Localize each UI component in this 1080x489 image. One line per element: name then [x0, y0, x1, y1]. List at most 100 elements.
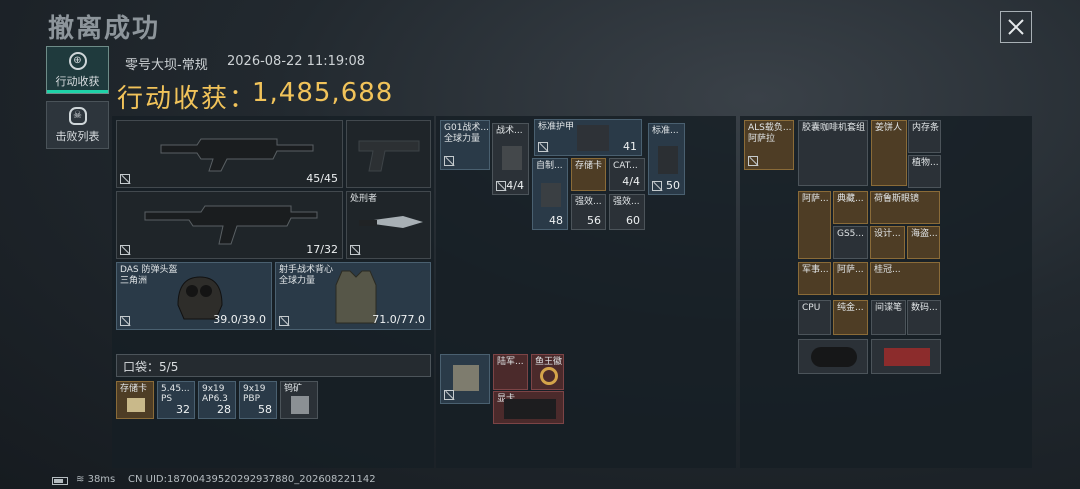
- armor-icon: [541, 183, 561, 207]
- graphics-card-icon: [811, 347, 857, 367]
- vest-slot[interactable]: 射手战术背心 全球力量 71.0/77.0: [275, 262, 431, 330]
- lock-marker-icon: [538, 142, 548, 152]
- rig-slot[interactable]: G01战术... 全球力量: [440, 120, 490, 170]
- pocket-item[interactable]: 存储卡: [116, 381, 154, 419]
- backpack-item[interactable]: 阿萨...: [798, 191, 831, 259]
- graphics-card-icon: [504, 399, 556, 419]
- pocket-label: 口袋：: [123, 360, 160, 374]
- helmet-slot[interactable]: DAS 防弹头盔 三角洲 39.0/39.0: [116, 262, 272, 330]
- lock-marker-icon: [120, 316, 130, 326]
- tab-action-haul[interactable]: ⊕ 行动收获: [46, 46, 109, 94]
- close-button[interactable]: [1000, 11, 1032, 43]
- backpack-item[interactable]: 数码...: [907, 300, 941, 335]
- backpack-item[interactable]: 胶囊咖啡机套组: [798, 120, 868, 186]
- ping-readout: ≋ 38ms: [76, 474, 115, 485]
- rig-item[interactable]: 战术... 4/4: [492, 123, 529, 195]
- secondary-weapon-slot[interactable]: 17/32: [116, 191, 343, 259]
- knife-icon: [359, 216, 423, 228]
- haul-label: 行动收获：: [117, 84, 258, 114]
- lock-marker-icon: [279, 316, 289, 326]
- smg-icon: [144, 205, 318, 245]
- primary-ammo: 45/45: [306, 172, 338, 185]
- armor-icon: [658, 146, 678, 174]
- backpack-item[interactable]: 阿萨...: [833, 262, 868, 295]
- raid-datetime: 2026-08-22 11:19:08: [227, 54, 366, 69]
- melee-slot[interactable]: 处刑者: [346, 191, 431, 259]
- backpack-item[interactable]: 桂冠...: [870, 262, 940, 295]
- rig-item[interactable]: 强效... 60: [609, 194, 645, 230]
- close-icon: [1008, 19, 1024, 35]
- bag-item[interactable]: 显卡: [493, 391, 564, 424]
- rifle-icon: [160, 138, 314, 172]
- armor-plate-icon: [577, 125, 609, 151]
- ring-icon: [540, 367, 558, 385]
- backpack-item[interactable]: [871, 339, 941, 374]
- lock-marker-icon: [350, 245, 360, 255]
- bag-item[interactable]: 陆军...: [493, 354, 528, 390]
- backpack-item[interactable]: 纯金...: [833, 300, 868, 335]
- backpack-item[interactable]: 植物...: [908, 155, 941, 188]
- primary-weapon-slot[interactable]: 45/45: [116, 120, 343, 188]
- backpack-item[interactable]: 典藏...: [833, 191, 868, 224]
- backpack-item[interactable]: 设计...: [870, 226, 905, 259]
- rig-item[interactable]: 存储卡: [571, 158, 606, 191]
- rig-item[interactable]: 标准护甲 41: [534, 119, 642, 156]
- backpack-item[interactable]: 海盗...: [907, 226, 940, 259]
- secondary-ammo: 17/32: [306, 243, 338, 256]
- backpack-item[interactable]: CPU: [798, 300, 831, 335]
- backpack-item[interactable]: GS5...: [833, 226, 868, 259]
- rig-item[interactable]: 自制... 48: [532, 158, 568, 230]
- page-title: 撤离成功: [48, 14, 161, 44]
- target-icon: ⊕: [68, 51, 87, 70]
- skull-icon: ☠: [68, 106, 87, 125]
- rig-item[interactable]: CAT... 4/4: [609, 158, 645, 191]
- pocket-header: 口袋：5/5: [116, 354, 431, 377]
- pocket-item[interactable]: 9x19 AP6.3 28: [198, 381, 236, 419]
- lock-marker-icon: [748, 156, 758, 166]
- lock-marker-icon: [444, 156, 454, 166]
- pocket-used: 5: [159, 360, 167, 374]
- tungsten-icon: [291, 396, 309, 414]
- backpack-item[interactable]: 姜饼人: [871, 120, 907, 186]
- pistol-slot[interactable]: [346, 120, 431, 188]
- pocket-item[interactable]: 5.45... PS 32: [157, 381, 195, 419]
- melee-label: 处刑者: [350, 194, 378, 204]
- pocket-item[interactable]: 钨矿: [280, 381, 318, 419]
- user-uid: CN UID:18700439520292937880_202608221142: [128, 474, 376, 485]
- map-name: 零号大坝-常规: [125, 58, 208, 73]
- tab-label: 击败列表: [55, 129, 100, 143]
- backpack-item[interactable]: 荷鲁斯眼镜: [870, 191, 940, 224]
- backpack-slot[interactable]: ALS载负... 阿萨拉: [744, 120, 794, 170]
- pistol-icon: [358, 140, 420, 172]
- helmet-durability: 39.0/39.0: [213, 313, 266, 326]
- ping-value: 38ms: [87, 474, 116, 485]
- pocket-total: /5: [166, 360, 179, 374]
- medkit-icon: [502, 146, 522, 170]
- tab-label: 行动收获: [55, 74, 100, 88]
- wifi-icon: ≋: [76, 474, 85, 485]
- bag-slot[interactable]: [440, 354, 490, 404]
- lock-marker-icon: [120, 174, 130, 184]
- bag-icon: [453, 365, 479, 391]
- backpack-item[interactable]: 间谍笔: [871, 300, 906, 335]
- helmet-label: DAS 防弹头盔 三角洲: [120, 265, 178, 286]
- memory-card-icon: [127, 398, 145, 412]
- lock-marker-icon: [444, 390, 454, 400]
- haul-value: 1,485,688: [252, 78, 394, 108]
- bag-item[interactable]: 鱼王徽: [531, 354, 564, 390]
- lock-marker-icon: [496, 181, 506, 191]
- tab-kill-list[interactable]: ☠ 击败列表: [46, 101, 109, 149]
- vest-label: 射手战术背心 全球力量: [279, 265, 334, 286]
- backpack-item[interactable]: [798, 339, 868, 374]
- red-card-icon: [884, 348, 930, 366]
- backpack-item[interactable]: 军事...: [798, 262, 831, 295]
- lock-marker-icon: [652, 181, 662, 191]
- rig-item[interactable]: 强效... 56: [571, 194, 606, 230]
- vest-durability: 71.0/77.0: [372, 313, 425, 326]
- battery-icon: [52, 477, 68, 485]
- tab-active-indicator: [47, 90, 108, 93]
- lock-marker-icon: [120, 245, 130, 255]
- rig-item[interactable]: 标准... 50: [648, 123, 685, 195]
- pocket-item[interactable]: 9x19 PBP 58: [239, 381, 277, 419]
- backpack-item[interactable]: 内存条: [908, 120, 941, 153]
